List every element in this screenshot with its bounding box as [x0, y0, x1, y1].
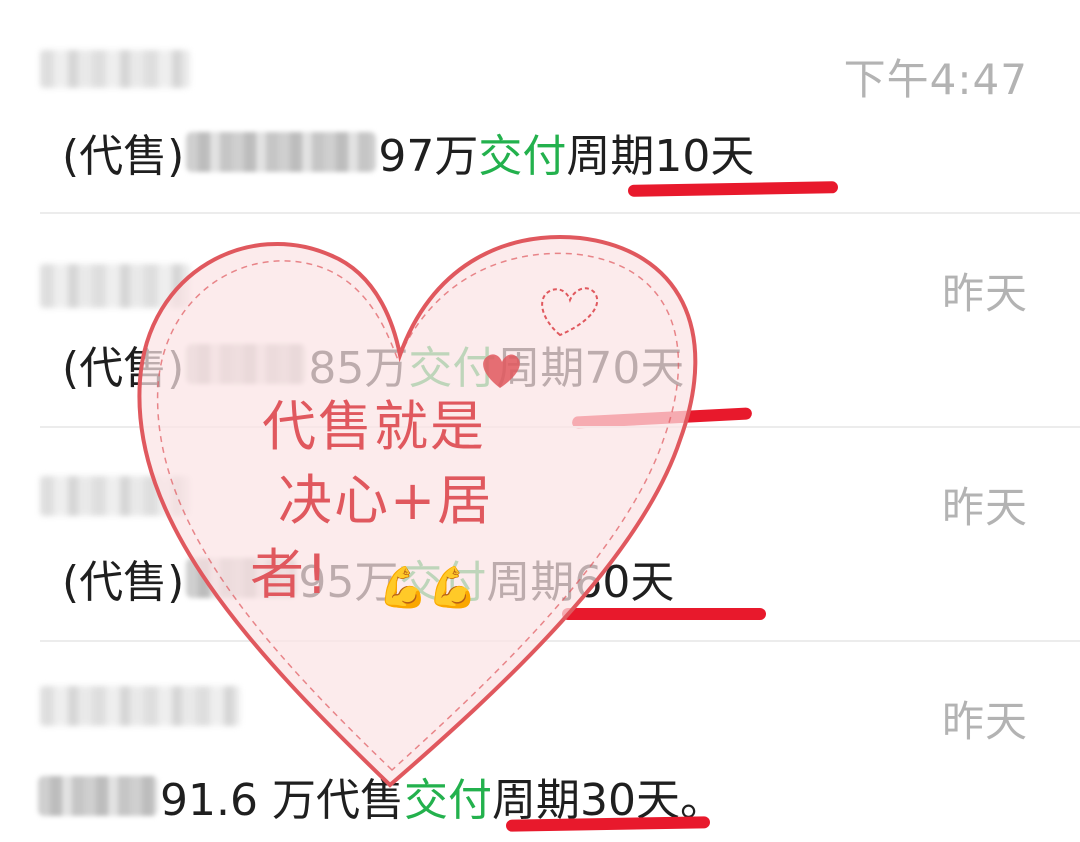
message-prefix: (代售) [62, 131, 185, 182]
overlay-text-line2: 决心+居 [278, 469, 494, 532]
message-preview: (代售) 95万 交付 周期60天 [62, 546, 674, 610]
redacted-text [186, 344, 307, 384]
red-underline [562, 608, 766, 620]
overlay-text-line3: 者! [250, 543, 330, 606]
message-preview: (代售) 97万 交付 周期10天 [62, 120, 754, 184]
redacted-text [186, 132, 377, 172]
message-time: 昨天 [941, 697, 1028, 746]
flexed-biceps-icon: 💪💪 [378, 565, 478, 611]
message-prefix: (代售) [62, 343, 185, 394]
overlay-text-line1: 代售就是 [262, 395, 486, 458]
delivery-period: 周期70天 [496, 343, 685, 394]
delivery-period: 周期10天 [566, 131, 755, 182]
red-underline [627, 181, 839, 197]
redacted-text [38, 776, 158, 816]
highlight-keyword: 交付 [408, 343, 497, 394]
sender-name-redacted [40, 264, 190, 308]
message-time: 昨天 [941, 483, 1028, 532]
message-prefix: (代售) [62, 557, 185, 608]
chat-item[interactable]: 昨天 91.6 万代售 交付 周期30天 。 [0, 642, 1080, 842]
message-time: 昨天 [941, 269, 1028, 318]
message-amount: 91.6 万代售 [160, 775, 404, 826]
highlight-keyword: 交付 [478, 131, 567, 182]
chat-item[interactable]: 下午4:47 (代售) 97万 交付 周期10天 [0, 0, 1080, 212]
delivery-period: 周期60天 [486, 557, 675, 608]
chat-item[interactable]: 昨天 (代售) 85万 交付 周期70天 [0, 214, 1080, 429]
message-preview: (代售) 85万 交付 周期70天 [62, 332, 684, 396]
sender-name-redacted [40, 476, 190, 516]
chat-item[interactable]: 昨天 (代售) 95万 交付 周期60天 [0, 428, 1080, 640]
sender-name-redacted [40, 50, 190, 88]
message-amount: 85万 [308, 343, 409, 394]
message-amount: 97万 [378, 131, 479, 182]
message-time: 下午4:47 [843, 55, 1028, 104]
red-underline [505, 816, 711, 832]
sender-name-redacted [40, 686, 240, 726]
highlight-keyword: 交付 [403, 775, 492, 826]
